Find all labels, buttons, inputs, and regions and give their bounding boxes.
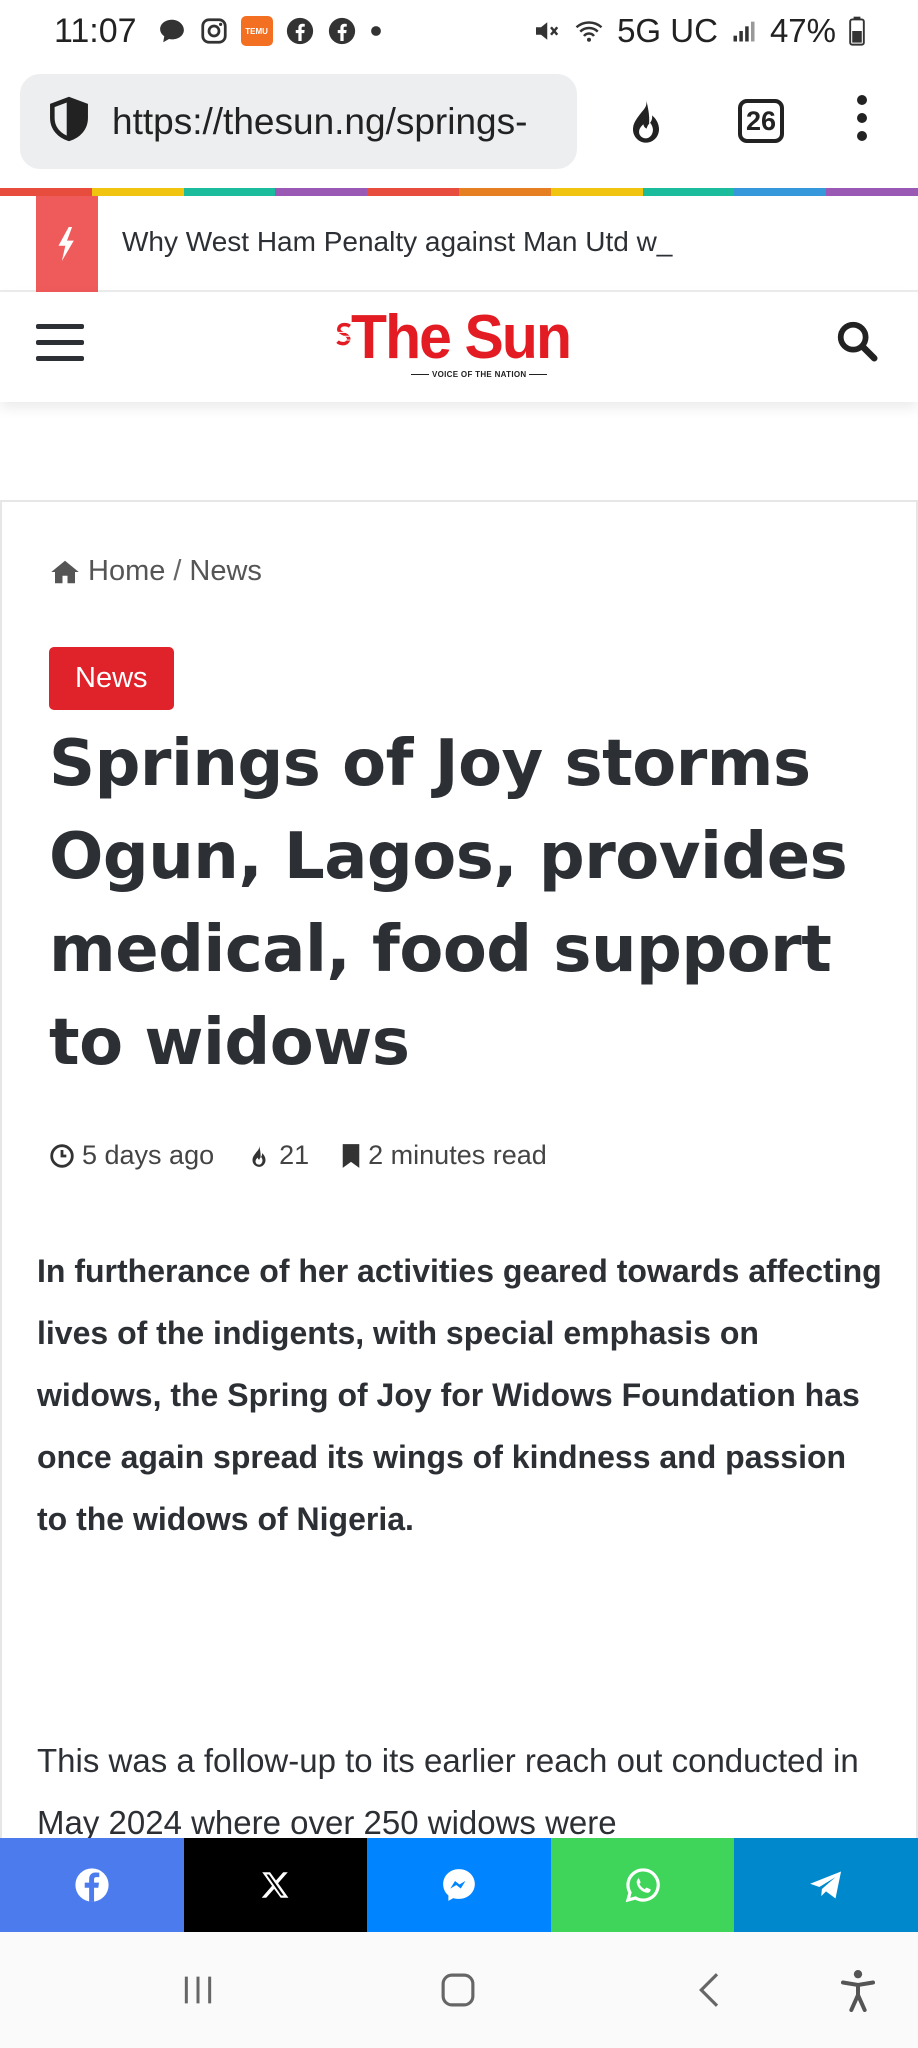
network-type: 5G UC: [617, 12, 718, 49]
breadcrumb-separator: /: [173, 555, 182, 587]
meta-read-time-text: 2 minutes read: [368, 1140, 547, 1170]
rainbow-segment: [0, 188, 92, 196]
category-badge[interactable]: News: [49, 647, 174, 710]
share-x-button[interactable]: [183, 1838, 368, 1932]
status-bar: 11:07 TEMU 5G UC 47%: [0, 0, 918, 62]
meta-views: 21: [246, 1140, 309, 1171]
facebook-notification-icon-2: [327, 16, 357, 46]
meta-view-count: 21: [279, 1140, 310, 1170]
telegram-icon: [810, 1871, 842, 1899]
share-facebook-button[interactable]: [0, 1838, 184, 1932]
article-paragraph: This was a follow-up to its earlier reac…: [37, 1742, 859, 1841]
breadcrumb-current-link[interactable]: News: [189, 555, 262, 588]
breaking-news-ticker[interactable]: Why West Ham Penalty against Man Utd w_: [0, 196, 918, 292]
temu-icon: TEMU: [240, 16, 273, 46]
share-bar: [0, 1838, 918, 1932]
meta-date: 5 days ago: [49, 1140, 214, 1171]
shield-icon[interactable]: [44, 94, 94, 149]
status-time: 11:07: [54, 11, 137, 50]
rainbow-segment: [734, 188, 827, 196]
whatsapp-icon: [625, 1868, 660, 1903]
tab-count: 26: [745, 105, 777, 136]
search-icon[interactable]: [834, 318, 880, 369]
accessibility-icon[interactable]: [820, 1932, 896, 2048]
menu-dot-icon: [857, 95, 867, 105]
battery-icon: [848, 16, 866, 46]
recent-apps-icon[interactable]: [160, 1932, 236, 2048]
share-whatsapp-button[interactable]: [550, 1838, 735, 1932]
share-telegram-button[interactable]: [734, 1838, 918, 1932]
home-icon[interactable]: [50, 559, 80, 585]
facebook-icon: [75, 1868, 109, 1902]
more-notifications-dot-icon: [369, 24, 383, 38]
signal-icon: [730, 17, 758, 45]
home-nav-icon[interactable]: [420, 1932, 496, 2048]
article-meta: 5 days ago 21 2 minutes read: [49, 1140, 571, 1171]
bolt-icon: [58, 227, 74, 261]
android-nav-bar: [0, 1932, 918, 2048]
breaking-headline[interactable]: Why West Ham Penalty against Man Utd w_: [122, 226, 672, 258]
rainbow-segment: [550, 188, 643, 196]
url-text[interactable]: https://thesun.ng/springs-: [112, 101, 527, 143]
battery-percent: 47%: [769, 12, 836, 49]
rainbow-segment: [91, 188, 184, 196]
rainbow-segment: [458, 188, 551, 196]
x-icon: [262, 1872, 289, 1898]
clock-icon: [50, 1143, 74, 1168]
rainbow-segment: [642, 188, 735, 196]
temu-label: TEMU: [245, 26, 268, 36]
breadcrumb: Home / News: [50, 555, 262, 588]
meta-time-ago: 5 days ago: [82, 1140, 215, 1170]
facebook-notification-icon: [285, 16, 315, 46]
mute-icon: [531, 16, 561, 46]
logo-tagline: VOICE OF THE NATION: [408, 370, 550, 379]
menu-dot-icon: [857, 113, 867, 123]
chat-icon: [157, 16, 187, 46]
wifi-icon: [573, 16, 605, 46]
fire-icon[interactable]: [620, 94, 672, 153]
category-label: News: [75, 662, 148, 694]
meta-read-time: 2 minutes read: [341, 1140, 547, 1171]
rainbow-segment: [275, 188, 368, 196]
bookmark-icon: [342, 1143, 360, 1168]
address-bar[interactable]: https://thesun.ng/springs-: [20, 74, 577, 169]
sun-logo-mark-icon: [336, 322, 351, 346]
article-lead: In furtherance of her activities geared …: [37, 1253, 882, 1537]
logo-text: The Sun: [351, 303, 572, 372]
menu-dot-icon: [857, 131, 867, 141]
messenger-icon: [443, 1869, 475, 1901]
article-title: Springs of Joy storms Ogun, Lagos, provi…: [49, 727, 848, 1080]
status-left: 11:07 TEMU: [54, 12, 383, 51]
site-header: The Sun VOICE OF THE NATION: [0, 292, 918, 402]
views-fire-icon: [252, 1144, 266, 1167]
status-right: 5G UC 47%: [531, 12, 866, 50]
rainbow-segment: [367, 188, 459, 196]
rainbow-segment: [826, 188, 918, 196]
rainbow-segment: [183, 188, 276, 196]
instagram-icon: [199, 16, 229, 46]
browser-toolbar: https://thesun.ng/springs- 26: [0, 62, 918, 188]
breadcrumb-home-link[interactable]: Home: [88, 555, 165, 588]
hamburger-menu-icon[interactable]: [36, 324, 84, 372]
share-messenger-button[interactable]: [367, 1838, 551, 1932]
rainbow-stripe: [0, 188, 918, 196]
back-icon[interactable]: [672, 1932, 748, 2048]
tabs-count-button[interactable]: 26: [738, 99, 784, 143]
browser-menu-button[interactable]: [850, 95, 874, 147]
site-logo[interactable]: The Sun VOICE OF THE NATION: [336, 306, 582, 386]
breaking-flag: [36, 196, 98, 292]
